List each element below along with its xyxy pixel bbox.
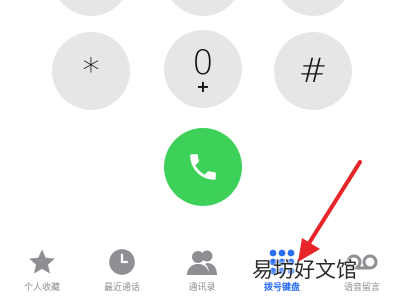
annotation-arrow [298,160,362,262]
